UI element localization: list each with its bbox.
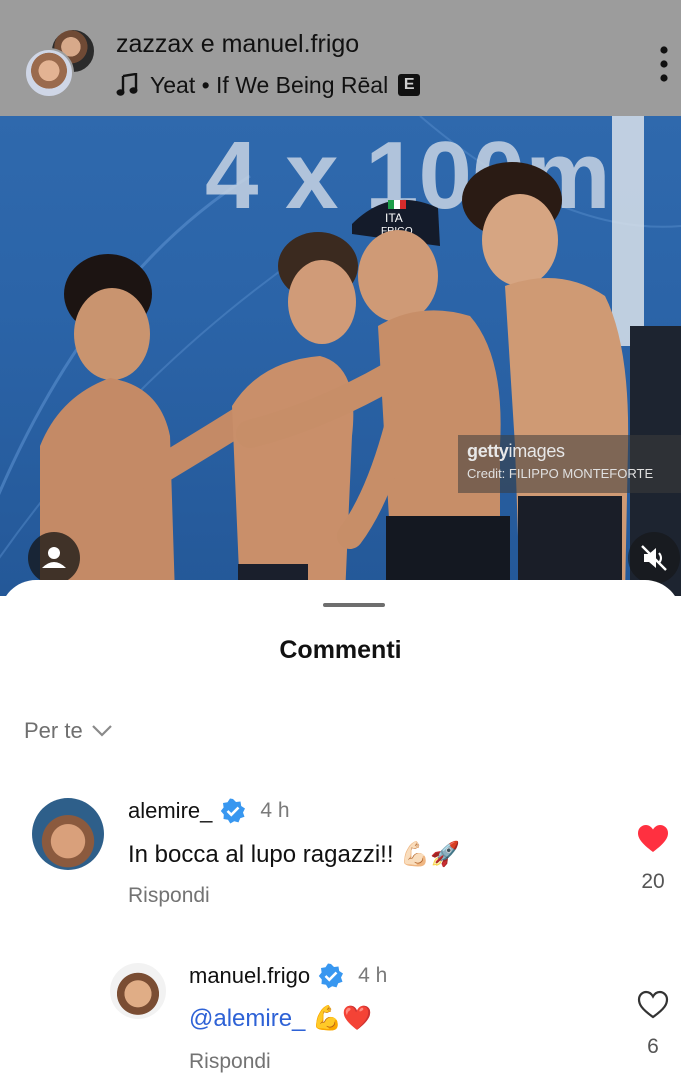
watermark-brand-bold: getty xyxy=(467,441,509,461)
comment-time: 4 h xyxy=(358,964,388,987)
watermark-credit: Credit: FILIPPO MONTEFORTE xyxy=(467,466,654,481)
heart-filled-icon[interactable] xyxy=(637,824,669,854)
reply-button[interactable]: Rispondi xyxy=(128,884,210,908)
photo-illustration: 4 x 100m ITA FRIGO xyxy=(0,116,681,596)
sheet-title: Commenti xyxy=(279,636,402,664)
user-tag-icon xyxy=(42,547,66,568)
verified-badge-icon xyxy=(318,963,344,989)
comment-text: In bocca al lupo ragazzi!! 💪🏻🚀 xyxy=(128,841,460,868)
sort-label: Per te xyxy=(24,718,83,743)
more-vertical-icon[interactable] xyxy=(652,44,676,84)
post-photo[interactable]: 4 x 100m ITA FRIGO gettyimages Credit: F… xyxy=(0,116,681,596)
avatar-manuel-frigo[interactable] xyxy=(24,48,74,98)
post-authors[interactable]: zazzax e manuel.frigo xyxy=(116,30,359,59)
comment-header: alemire_ 4 h xyxy=(128,798,290,824)
sort-dropdown[interactable]: Per te xyxy=(24,718,113,744)
comment-avatar-alemire[interactable] xyxy=(32,798,104,870)
cap-text: ITA xyxy=(385,211,403,225)
chevron-down-icon xyxy=(91,725,112,737)
mute-button[interactable] xyxy=(628,532,680,584)
like-count: 6 xyxy=(647,1035,659,1058)
reply-button[interactable]: Rispondi xyxy=(189,1050,271,1074)
post-header: zazzax e manuel.frigo Yeat • If We Being… xyxy=(0,0,681,116)
music-track: Yeat • If We Being Rēal xyxy=(150,71,389,98)
sheet-grabber[interactable] xyxy=(323,603,385,607)
comment-emoji: 💪❤️ xyxy=(305,1005,372,1032)
music-info[interactable]: Yeat • If We Being Rēal E xyxy=(116,70,421,100)
comment-text: @alemire_ 💪❤️ xyxy=(189,1004,372,1033)
comment-header: manuel.frigo 4 h xyxy=(189,963,387,989)
getty-watermark: gettyimages Credit: FILIPPO MONTEFORTE xyxy=(458,435,681,493)
watermark-brand-regular: images xyxy=(508,441,566,461)
comment-username[interactable]: manuel.frigo xyxy=(189,963,310,989)
explicit-badge: E xyxy=(398,74,421,96)
comments-sheet: Commenti Per te alemire_ 4 h In bocca al… xyxy=(0,580,681,1078)
muted-speaker-icon xyxy=(641,545,667,571)
comment-avatar-manuel-frigo[interactable] xyxy=(110,963,166,1019)
comment-username[interactable]: alemire_ xyxy=(128,798,212,824)
user-tag-button[interactable] xyxy=(28,532,80,584)
comment-time: 4 h xyxy=(260,799,290,822)
heart-outline-icon[interactable] xyxy=(637,990,669,1020)
mention-link[interactable]: @alemire_ xyxy=(189,1005,305,1032)
music-note-icon xyxy=(116,73,138,96)
collab-avatars[interactable] xyxy=(24,28,104,104)
verified-badge-icon xyxy=(221,798,246,824)
like-count: 20 xyxy=(641,870,665,893)
